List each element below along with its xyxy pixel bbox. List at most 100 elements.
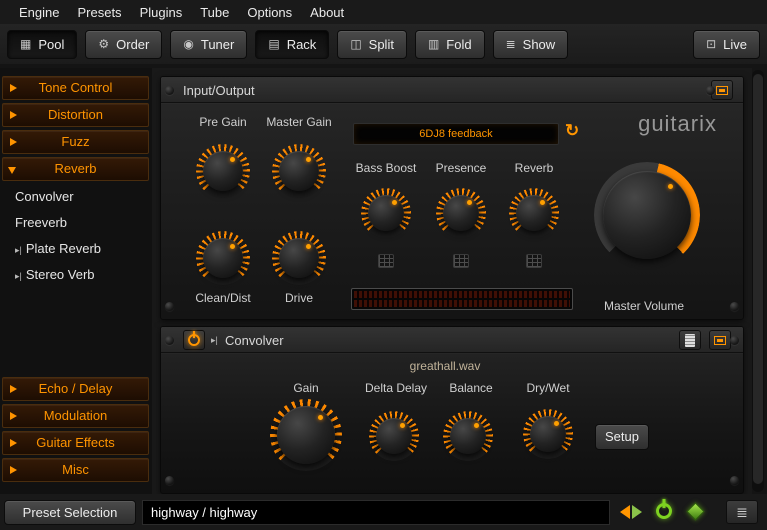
show-button[interactable]: ≣ Show [493, 30, 569, 59]
sidebar-item-stereo-verb[interactable]: ▸|Stereo Verb [2, 262, 149, 288]
category-label: Reverb [55, 161, 97, 176]
delta-delay-knob[interactable] [376, 418, 412, 454]
sidebar-item-modulation[interactable]: Modulation [2, 404, 149, 428]
preset-prev-next-arrows[interactable] [620, 505, 642, 519]
convolver-panel: ▸| Convolver greathall.wav Gain Delta De… [160, 326, 744, 494]
drive-knob[interactable] [279, 238, 319, 278]
menu-about[interactable]: About [301, 3, 353, 22]
plugin-label: Freeverb [15, 215, 67, 230]
knob-cap [516, 195, 552, 231]
knob-cap [203, 151, 243, 191]
level-meter [351, 288, 573, 310]
sidebar-item-misc[interactable]: Misc [2, 458, 149, 482]
menu-bar: Engine Presets Plugins Tube Options Abou… [0, 0, 767, 24]
chevron-right-icon [10, 138, 17, 146]
sidebar-item-reverb[interactable]: Reverb [2, 157, 149, 181]
tuner-button[interactable]: ◉ Tuner [170, 30, 247, 59]
gain-knob[interactable] [277, 406, 335, 464]
dry-wet-label: Dry/Wet [508, 381, 588, 395]
bass-boost-knob[interactable] [368, 195, 404, 231]
menu-tube[interactable]: Tube [191, 3, 238, 22]
chevron-right-icon [10, 466, 17, 474]
rack-label: Rack [287, 37, 317, 52]
menu-plugins[interactable]: Plugins [131, 3, 192, 22]
category-label: Echo / Delay [39, 381, 113, 396]
midi-matrix-button[interactable] [453, 254, 469, 268]
rack-area: Input/Output Pre Gain Master Gain 6DJ8 f… [152, 68, 752, 494]
document-icon [685, 334, 695, 347]
next-preset-icon [632, 505, 642, 519]
rack-icon: ▤ [268, 37, 279, 51]
menu-engine[interactable]: Engine [10, 3, 68, 22]
engine-power-button[interactable] [656, 503, 672, 519]
live-button[interactable]: ⊡ Live [693, 30, 760, 59]
sidebar-item-plate-reverb[interactable]: ▸|Plate Reverb [2, 236, 149, 262]
delta-delay-label: Delta Delay [351, 381, 441, 395]
sidebar-item-tone-control[interactable]: Tone Control [2, 76, 149, 100]
screw-icon [165, 336, 174, 345]
pool-button[interactable]: ▦ Pool [7, 30, 77, 59]
chevron-right-icon [10, 439, 17, 447]
rack-button[interactable]: ▤ Rack [255, 30, 329, 59]
chevron-right-icon [10, 84, 17, 92]
knob-cap [279, 238, 319, 278]
screw-icon [165, 302, 174, 311]
io-panel: Input/Output Pre Gain Master Gain 6DJ8 f… [160, 76, 744, 320]
stereo-icon: ▸| [15, 271, 22, 281]
dry-wet-knob[interactable] [530, 416, 566, 452]
sidebar-item-freeverb[interactable]: Freeverb [2, 210, 149, 236]
balance-label: Balance [431, 381, 511, 395]
knob-cap [450, 418, 486, 454]
split-label: Split [369, 37, 394, 52]
gain-label: Gain [266, 381, 346, 395]
guitarix-window: Engine Presets Plugins Tube Options Abou… [0, 0, 767, 530]
engine-status-led [686, 502, 704, 520]
split-button[interactable]: ◫ Split [337, 30, 407, 59]
knob-cap [603, 171, 691, 259]
fold-label: Fold [446, 37, 471, 52]
category-label: Misc [62, 462, 89, 477]
scrollbar-handle[interactable] [753, 74, 763, 484]
pre-gain-label: Pre Gain [188, 115, 258, 129]
menu-presets[interactable]: Presets [68, 3, 130, 22]
chevron-right-icon [10, 385, 17, 393]
presets-file-button[interactable] [679, 330, 701, 350]
midi-matrix-button[interactable] [378, 254, 394, 268]
sidebar-item-convolver[interactable]: Convolver [2, 184, 149, 210]
sidebar-item-echo-delay[interactable]: Echo / Delay [2, 377, 149, 401]
bass-boost-label: Bass Boost [346, 161, 426, 175]
fold-button[interactable]: ▥ Fold [415, 30, 485, 59]
preset-selection-button[interactable]: Preset Selection [4, 500, 136, 525]
preset-bar: Preset Selection ≣ [0, 494, 767, 530]
tube-selector[interactable]: 6DJ8 feedback [353, 123, 559, 145]
knob-cap [530, 416, 566, 452]
plugin-label: Convolver [15, 189, 74, 204]
menu-options[interactable]: Options [238, 3, 301, 22]
rack-scrollbar[interactable] [752, 70, 764, 492]
pre-gain-knob[interactable] [203, 151, 243, 191]
save-preset-button[interactable] [709, 330, 731, 350]
log-window-button[interactable]: ≣ [726, 500, 758, 524]
reverb-knob[interactable] [516, 195, 552, 231]
presence-knob[interactable] [443, 195, 479, 231]
category-label: Tone Control [39, 80, 113, 95]
balance-knob[interactable] [450, 418, 486, 454]
master-gain-knob[interactable] [279, 151, 319, 191]
knob-cap [443, 195, 479, 231]
order-button[interactable]: ⚙ Order [85, 30, 162, 59]
sidebar-item-guitar-effects[interactable]: Guitar Effects [2, 431, 149, 455]
split-icon: ◫ [350, 37, 361, 51]
sidebar-item-fuzz[interactable]: Fuzz [2, 130, 149, 154]
convolver-power-button[interactable] [183, 330, 205, 350]
setup-button[interactable]: Setup [595, 424, 649, 450]
master-volume-knob[interactable] [603, 171, 691, 259]
plugin-label: Plate Reverb [26, 241, 101, 256]
clean-dist-knob[interactable] [203, 238, 243, 278]
midi-matrix-button[interactable] [526, 254, 542, 268]
save-preset-icon [714, 336, 726, 345]
refresh-icon[interactable]: ↻ [565, 121, 579, 141]
category-label: Guitar Effects [36, 435, 115, 450]
toolbar: ▦ Pool ⚙ Order ◉ Tuner ▤ Rack ◫ Split ▥ … [0, 24, 767, 64]
preset-name-input[interactable] [142, 500, 610, 525]
sidebar-item-distortion[interactable]: Distortion [2, 103, 149, 127]
